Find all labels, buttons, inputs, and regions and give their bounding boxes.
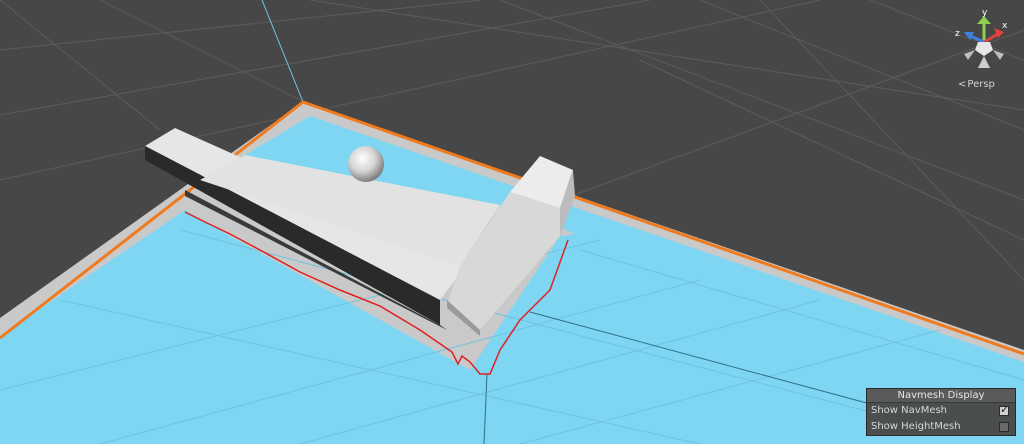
back-chevron-icon: <	[958, 79, 967, 90]
show-heightmesh-row[interactable]: Show HeightMesh	[867, 419, 1015, 435]
world-axis-line	[261, 0, 304, 103]
navmesh-panel-title: Navmesh Display	[867, 389, 1015, 403]
show-navmesh-checkbox[interactable]: ✓	[999, 403, 1010, 416]
show-heightmesh-label: Show HeightMesh	[871, 421, 961, 432]
gizmo-axes-icon[interactable]: y x z	[946, 6, 1022, 82]
gizmo-z-label: z	[955, 29, 960, 39]
show-heightmesh-checkbox[interactable]	[999, 422, 1009, 432]
sphere-object[interactable]	[348, 146, 384, 182]
show-navmesh-row[interactable]: Show NavMesh ✓	[867, 403, 1015, 419]
scene-canvas[interactable]	[0, 0, 1024, 444]
projection-toggle[interactable]: <Persp	[958, 79, 995, 90]
checkmark-icon: ✓	[1000, 403, 1010, 416]
scene-view-viewport[interactable]	[0, 0, 1024, 444]
show-navmesh-label: Show NavMesh	[871, 405, 948, 416]
gizmo-y-label: y	[982, 8, 988, 18]
gizmo-x-label: x	[1002, 21, 1008, 31]
projection-label: Persp	[967, 79, 995, 90]
navmesh-display-panel: Navmesh Display Show NavMesh ✓ Show Heig…	[866, 388, 1016, 436]
